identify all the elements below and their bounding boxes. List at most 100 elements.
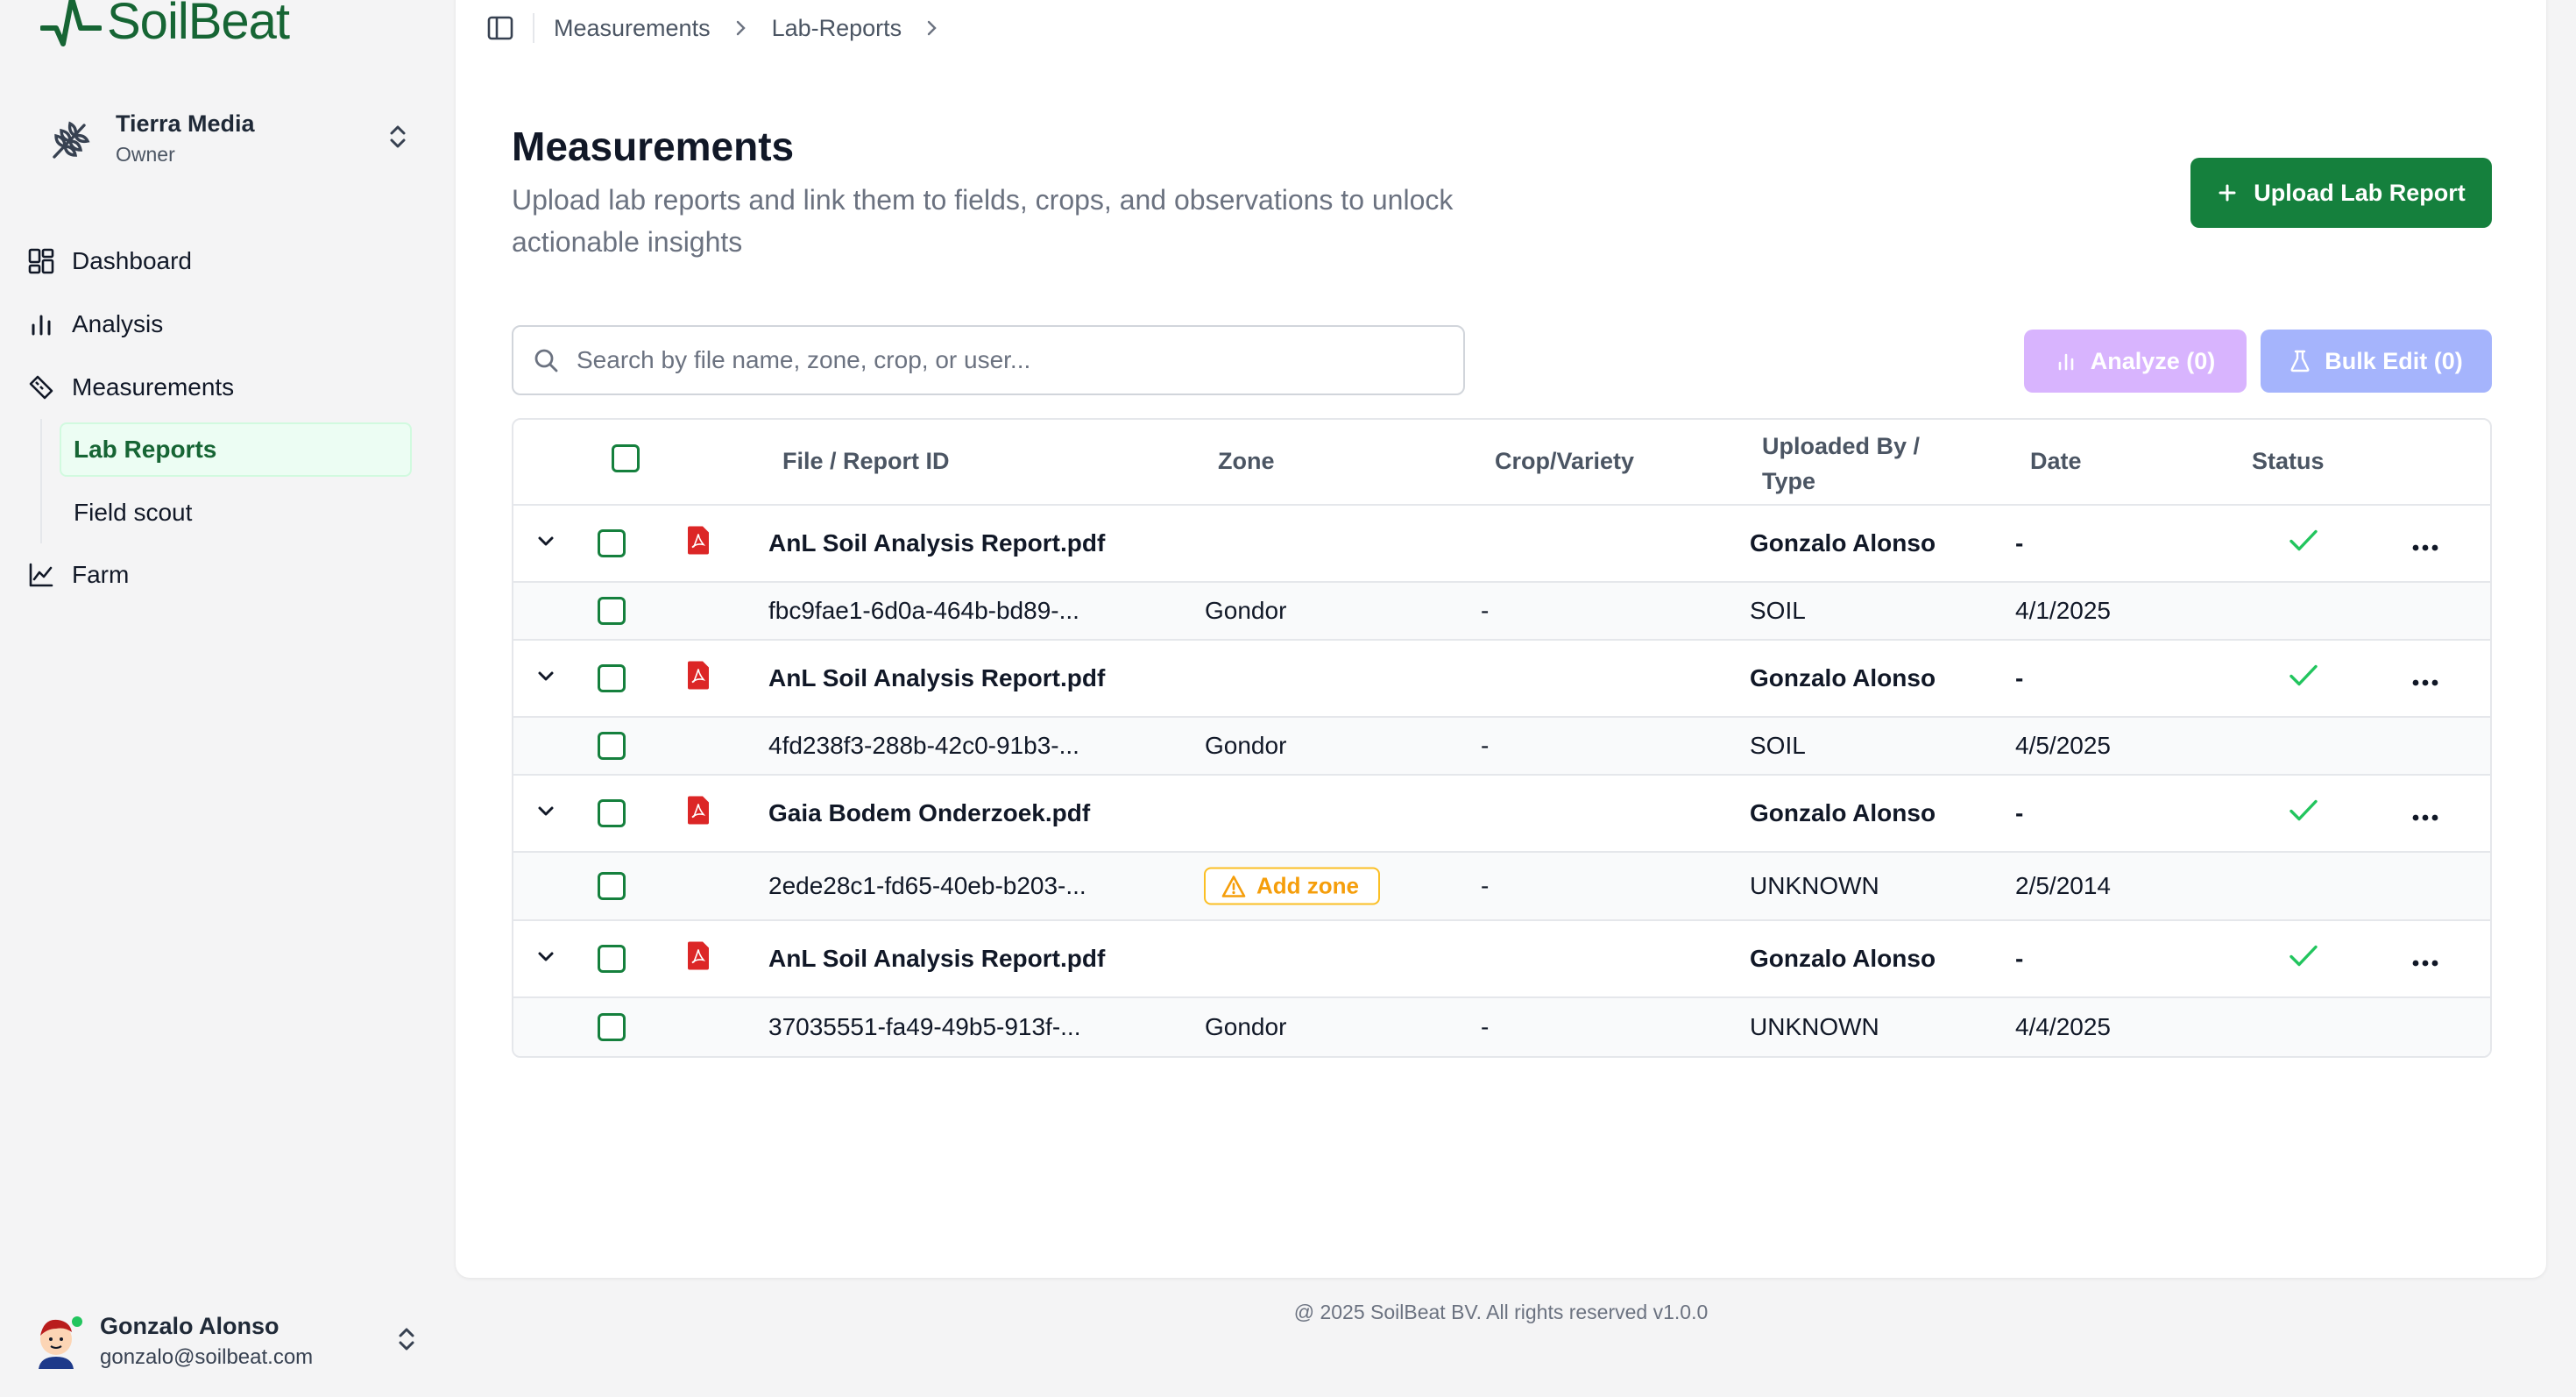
report-file-name[interactable]: AnL Soil Analysis Report.pdf xyxy=(768,664,1105,692)
nav-item-farm[interactable]: Farm xyxy=(26,543,412,606)
add-zone-button[interactable]: Add zone xyxy=(1204,867,1380,905)
row-checkbox[interactable] xyxy=(598,732,626,760)
report-file-name[interactable]: Gaia Bodem Onderzoek.pdf xyxy=(768,799,1090,827)
bar-chart-icon xyxy=(32,315,51,336)
report-id: 2ede28c1-fd65-40eb-b203-... xyxy=(768,872,1086,899)
table-body: AnL Soil Analysis Report.pdf Gonzalo Alon… xyxy=(513,506,2490,1056)
header-zone[interactable]: Zone xyxy=(1218,448,1275,475)
report-uploader: Gonzalo Alonso xyxy=(1750,799,1936,826)
wheat-icon xyxy=(53,121,90,159)
chevron-up-down-icon xyxy=(399,1328,414,1351)
report-detail-date: 2/5/2014 xyxy=(2015,872,2111,899)
report-detail-row: 37035551-fa49-49b5-913f-... Gondor - UNKNOW… xyxy=(513,998,2490,1056)
avatar xyxy=(32,1313,84,1369)
chevron-up-down-icon xyxy=(390,125,406,148)
dashboard-icon xyxy=(28,248,54,274)
report-date: - xyxy=(2015,945,2024,972)
header-file[interactable]: File / Report ID xyxy=(782,448,950,475)
chevron-down-icon[interactable] xyxy=(536,799,556,827)
report-zone: Gondor xyxy=(1205,1013,1287,1040)
nav-item-field-scout[interactable]: Field scout xyxy=(60,486,412,540)
report-type: UNKNOWN xyxy=(1750,872,1879,899)
more-options-icon[interactable] xyxy=(2412,529,2438,557)
header-status[interactable]: Status xyxy=(2252,448,2325,475)
row-checkbox[interactable] xyxy=(598,529,626,557)
report-zone: Gondor xyxy=(1205,732,1287,759)
more-options-icon[interactable] xyxy=(2412,945,2438,973)
topbar: Measurements Lab-Reports xyxy=(487,7,938,49)
topbar-divider xyxy=(533,13,534,43)
upload-lab-report-button[interactable]: Upload Lab Report xyxy=(2190,158,2492,228)
nav-item-analysis[interactable]: Analysis xyxy=(26,293,412,356)
report-uploader: Gonzalo Alonso xyxy=(1750,945,1936,972)
breadcrumb-measurements[interactable]: Measurements xyxy=(554,15,711,42)
measurements-subnav: Lab Reports Field scout xyxy=(40,419,412,543)
report-zone: Gondor xyxy=(1205,597,1287,624)
check-icon xyxy=(2289,798,2318,829)
bulk-edit-button[interactable]: Bulk Edit (0) xyxy=(2261,330,2492,393)
sidebar-toggle-icon[interactable] xyxy=(487,15,513,41)
row-checkbox[interactable] xyxy=(598,1013,626,1041)
bulk-edit-button-label: Bulk Edit (0) xyxy=(2325,347,2463,374)
header-date[interactable]: Date xyxy=(2030,448,2082,475)
report-row[interactable]: Gaia Bodem Onderzoek.pdf Gonzalo Alonso - xyxy=(513,776,2490,853)
more-options-icon[interactable] xyxy=(2412,664,2438,692)
check-icon xyxy=(2289,528,2318,559)
analyze-button[interactable]: Analyze (0) xyxy=(2024,330,2247,393)
report-detail-date: 4/4/2025 xyxy=(2015,1013,2111,1040)
chevron-down-icon[interactable] xyxy=(536,529,556,557)
chevron-down-icon[interactable] xyxy=(536,945,556,973)
report-row[interactable]: AnL Soil Analysis Report.pdf Gonzalo Alon… xyxy=(513,641,2490,718)
row-checkbox[interactable] xyxy=(598,799,626,827)
org-role: Owner xyxy=(116,143,175,166)
header-uploaded[interactable]: Uploaded By / Type xyxy=(1762,429,1964,499)
check-icon xyxy=(2289,663,2318,694)
nav-item-dashboard[interactable]: Dashboard xyxy=(26,230,412,293)
page-title: Measurements xyxy=(512,124,795,169)
chevron-right-icon xyxy=(736,20,746,36)
pdf-icon xyxy=(685,526,711,562)
report-detail-row: 4fd238f3-288b-42c0-91b3-... Gondor - SOIL 4/… xyxy=(513,718,2490,776)
nav-label-farm: Farm xyxy=(72,561,130,588)
chevron-down-icon[interactable] xyxy=(536,664,556,692)
warning-icon xyxy=(1221,875,1246,897)
row-checkbox[interactable] xyxy=(598,597,626,625)
chevron-right-icon xyxy=(927,20,937,36)
report-row[interactable]: AnL Soil Analysis Report.pdf Gonzalo Alon… xyxy=(513,921,2490,998)
main-nav: Dashboard Analysis Measurements Lab Repo… xyxy=(26,230,412,606)
breadcrumb: Measurements Lab-Reports xyxy=(554,15,938,42)
row-checkbox[interactable] xyxy=(598,664,626,692)
nav-item-lab-reports[interactable]: Lab Reports xyxy=(60,422,412,477)
row-checkbox[interactable] xyxy=(598,945,626,973)
search-field[interactable] xyxy=(512,325,1465,395)
more-options-icon[interactable] xyxy=(2412,799,2438,827)
select-all-checkbox[interactable] xyxy=(612,444,640,472)
report-uploader: Gonzalo Alonso xyxy=(1750,529,1936,557)
nav-item-measurements[interactable]: Measurements xyxy=(26,356,412,419)
report-type: UNKNOWN xyxy=(1750,1013,1879,1040)
report-crop: - xyxy=(1481,597,1490,624)
report-date: - xyxy=(2015,664,2024,691)
brand-logo[interactable]: SoilBeat xyxy=(40,0,290,53)
report-file-name[interactable]: AnL Soil Analysis Report.pdf xyxy=(768,529,1105,557)
analyze-button-label: Analyze (0) xyxy=(2090,347,2216,374)
sidebar: SoilBeat Tierra Media Owner Dashboard An… xyxy=(0,0,454,1397)
report-file-name[interactable]: AnL Soil Analysis Report.pdf xyxy=(768,945,1105,973)
ruler-icon xyxy=(29,375,53,400)
report-detail-row: fbc9fae1-6d0a-464b-bd89-... Gondor - SOIL 4/… xyxy=(513,583,2490,641)
user-menu[interactable]: Gonzalo Alonso gonzalo@soilbeat.com xyxy=(32,1306,417,1376)
upload-button-label: Upload Lab Report xyxy=(2254,179,2466,206)
online-status-dot xyxy=(70,1315,84,1329)
report-row[interactable]: AnL Soil Analysis Report.pdf Gonzalo Alon… xyxy=(513,506,2490,583)
report-id: 4fd238f3-288b-42c0-91b3-... xyxy=(768,732,1079,759)
row-checkbox[interactable] xyxy=(598,872,626,900)
org-switcher[interactable]: Tierra Media Owner xyxy=(49,105,408,172)
report-crop: - xyxy=(1481,732,1490,759)
search-icon xyxy=(534,349,558,372)
check-icon xyxy=(2289,944,2318,975)
user-name: Gonzalo Alonso xyxy=(100,1312,280,1339)
header-crop[interactable]: Crop/Variety xyxy=(1495,448,1634,475)
breadcrumb-lab-reports[interactable]: Lab-Reports xyxy=(772,15,902,42)
bar-chart-icon xyxy=(2058,353,2074,371)
search-input[interactable] xyxy=(577,346,1435,374)
